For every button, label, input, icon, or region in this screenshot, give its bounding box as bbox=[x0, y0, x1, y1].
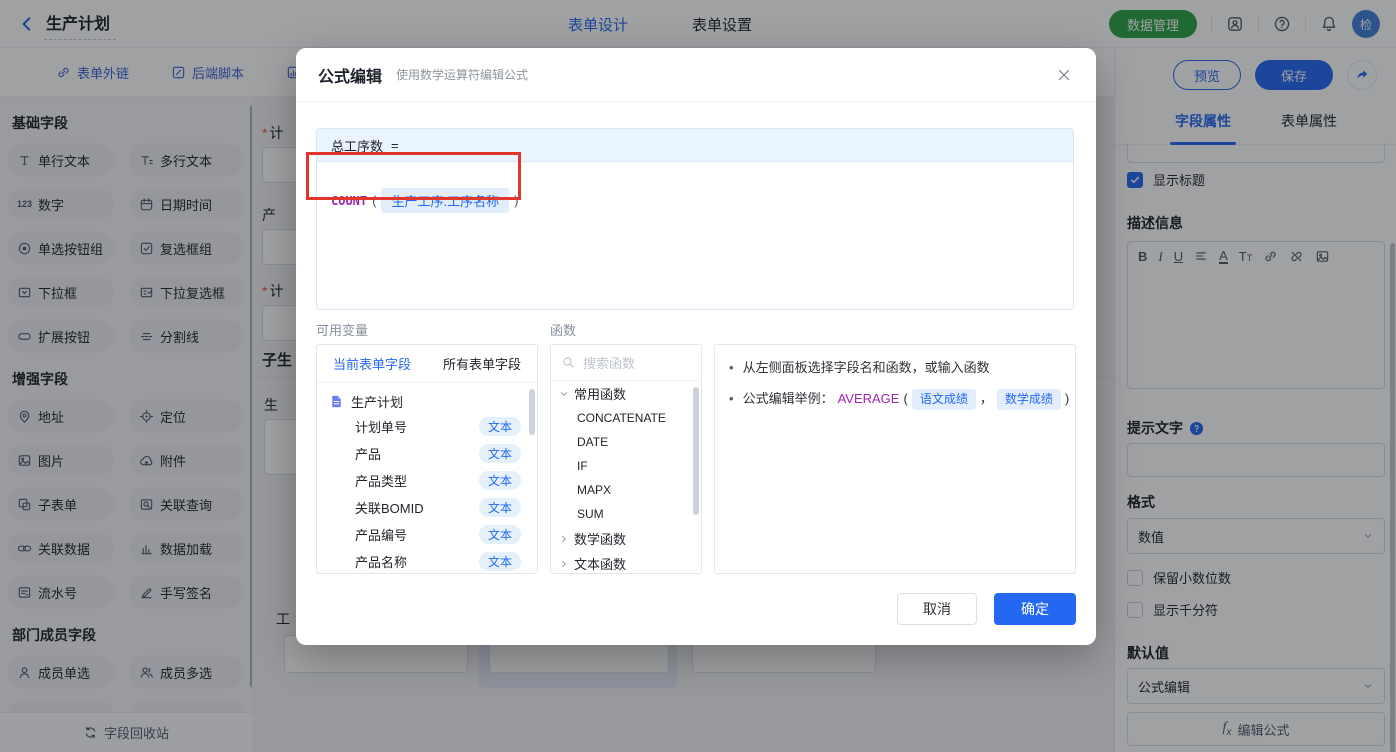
variable-type-badge: 文本 bbox=[478, 525, 521, 544]
formula-editor[interactable]: 总工序数 = COUNT ( 生产工序.工序名称 ) bbox=[316, 128, 1074, 310]
function-group-name: 数学函数 bbox=[574, 532, 627, 547]
functions-label: 函数 bbox=[550, 323, 577, 338]
tip-line-2: 公式编辑举例： AVERAGE( 语文成绩 ， 数学成绩 ) bbox=[743, 389, 1069, 410]
variable-row[interactable]: 产品名称 文本 bbox=[317, 548, 537, 573]
document-icon bbox=[329, 394, 344, 409]
function-group[interactable]: 常用函数 bbox=[551, 381, 701, 406]
variable-type-badge: 文本 bbox=[478, 471, 521, 490]
variables-scrollbar[interactable] bbox=[529, 389, 535, 435]
function-search-input[interactable]: 搜索函数 bbox=[551, 345, 701, 381]
formula-function[interactable]: COUNT bbox=[331, 194, 367, 208]
function-group-name: 常用函数 bbox=[574, 387, 627, 402]
functions-scrollbar[interactable] bbox=[693, 387, 699, 515]
formula-expression[interactable]: COUNT ( 生产工序.工序名称 ) bbox=[331, 188, 518, 213]
variables-panel: 当前表单字段 所有表单字段 生产计划 计划单号 文本 产品 文本 产品类型 文本 关联BOM… bbox=[316, 344, 538, 574]
variable-row[interactable]: 产品类型 文本 bbox=[317, 467, 537, 494]
example-field-chip: 语文成绩 bbox=[911, 389, 976, 410]
caret-down-icon bbox=[558, 388, 570, 400]
tab-all-form-fields[interactable]: 所有表单字段 bbox=[427, 354, 537, 373]
screen: 生产计划 表单设计 表单设置 数据管理 检 表单外链后端脚本数据权 基础字段单行… bbox=[0, 0, 1396, 752]
formula-editor-modal: 公式编辑 使用数学运算符编辑公式 总工序数 = COUNT ( 生产工序.工序名称… bbox=[296, 48, 1096, 645]
example-field-chip: 数学成绩 bbox=[996, 389, 1061, 410]
variable-row[interactable]: 产品 文本 bbox=[317, 440, 537, 467]
function-item[interactable]: DATE bbox=[551, 430, 701, 454]
function-group-name: 文本函数 bbox=[574, 557, 627, 572]
function-item[interactable]: SUM bbox=[551, 502, 701, 526]
variable-type-badge: 文本 bbox=[478, 552, 521, 571]
variable-row[interactable]: 关联BOMID 文本 bbox=[317, 494, 537, 521]
cancel-button[interactable]: 取消 bbox=[897, 593, 977, 625]
variables-tree-root[interactable]: 生产计划 bbox=[317, 383, 537, 413]
function-group[interactable]: 文本函数 bbox=[551, 551, 701, 573]
variable-name: 产品名称 bbox=[355, 555, 408, 570]
modal-title: 公式编辑 bbox=[318, 68, 383, 86]
variable-name: 产品类型 bbox=[355, 474, 408, 489]
variable-type-badge: 文本 bbox=[478, 444, 521, 463]
function-item[interactable]: IF bbox=[551, 454, 701, 478]
close-icon[interactable] bbox=[1052, 63, 1076, 87]
tip-line-1: 从左侧面板选择字段名和函数，或输入函数 bbox=[742, 360, 990, 375]
field-chip[interactable]: 生产工序.工序名称 bbox=[381, 188, 510, 213]
variables-label: 可用变量 bbox=[316, 323, 369, 338]
modal-subtitle: 使用数学运算符编辑公式 bbox=[396, 68, 529, 82]
variable-name: 关联BOMID bbox=[355, 501, 424, 516]
formula-target-bar: 总工序数 = bbox=[317, 129, 1073, 162]
variable-type-badge: 文本 bbox=[478, 498, 521, 517]
functions-panel: 搜索函数 常用函数 CONCATENATE DATE IF MAPX SUM 数学函数文本函… bbox=[550, 344, 702, 574]
search-icon bbox=[561, 355, 576, 370]
variable-row[interactable]: 产品编号 文本 bbox=[317, 521, 537, 548]
function-item[interactable]: MAPX bbox=[551, 478, 701, 502]
variable-name: 产品编号 bbox=[355, 528, 408, 543]
function-search-placeholder: 搜索函数 bbox=[583, 356, 636, 371]
variable-name: 产品 bbox=[355, 447, 382, 462]
function-item[interactable]: CONCATENATE bbox=[551, 406, 701, 430]
tips-panel: • 从左侧面板选择字段名和函数，或输入函数 • 公式编辑举例： AVERAGE( … bbox=[714, 344, 1076, 574]
variable-row[interactable]: 计划单号 文本 bbox=[317, 413, 537, 440]
caret-right-icon bbox=[558, 558, 570, 570]
tab-current-form-fields[interactable]: 当前表单字段 bbox=[317, 354, 427, 373]
function-group[interactable]: 数学函数 bbox=[551, 526, 701, 551]
variable-name: 计划单号 bbox=[355, 420, 408, 435]
confirm-button[interactable]: 确定 bbox=[994, 593, 1076, 625]
variable-type-badge: 文本 bbox=[478, 417, 521, 436]
caret-right-icon bbox=[558, 533, 570, 545]
